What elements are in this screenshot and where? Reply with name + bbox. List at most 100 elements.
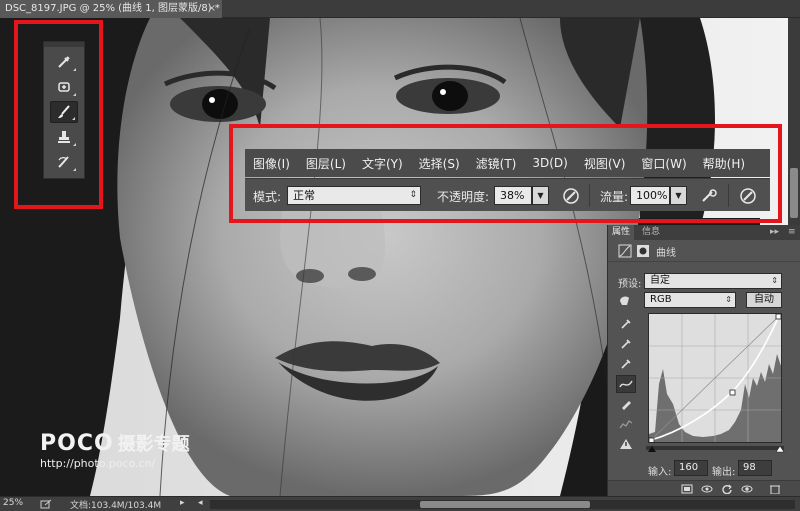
export-icon[interactable] <box>40 499 52 509</box>
menu-filter[interactable]: 滤镜(T) <box>468 155 525 172</box>
mode-select[interactable]: 正常 ⇕ <box>287 186 421 205</box>
output-field[interactable]: 98 <box>738 460 772 476</box>
chevron-down-icon: ▼ <box>537 191 544 200</box>
flow-field[interactable]: 100% <box>630 186 670 205</box>
menu-layer[interactable]: 图层(L) <box>298 155 354 172</box>
channel-select[interactable]: RGB ⇕ <box>644 292 736 308</box>
watermark-logo: POCO <box>40 431 114 456</box>
opacity-field[interactable]: 38% <box>494 186 532 205</box>
curves-graph-svg <box>648 313 782 444</box>
menu-type[interactable]: 文字(Y) <box>354 155 411 172</box>
document-tab[interactable]: DSC_8197.JPG @ 25% (曲线 1, 图层蒙版/8) * × <box>0 0 222 18</box>
document-tab-title: DSC_8197.JPG @ 25% (曲线 1, 图层蒙版/8) * <box>5 3 220 14</box>
curve-point-selected <box>729 389 736 396</box>
panel-collapse-icon[interactable]: ▸▸ <box>766 225 783 240</box>
status-menu-arrow[interactable]: ▸ <box>180 498 185 508</box>
reset-icon <box>722 484 732 494</box>
panel-tabs: 属性 信息 ▸▸ ≡ <box>608 225 800 240</box>
photoshop-window: DSC_8197.JPG @ 25% (曲线 1, 图层蒙版/8) * × 图像… <box>0 0 800 511</box>
sample-gray-point-tool[interactable] <box>616 335 636 353</box>
document-tab-bar: DSC_8197.JPG @ 25% (曲线 1, 图层蒙版/8) * × <box>0 0 800 18</box>
scroll-left-icon[interactable]: ◂ <box>198 498 203 508</box>
trash-icon <box>770 485 780 494</box>
preset-label: 预设: <box>618 279 642 290</box>
delete-button[interactable] <box>768 483 782 495</box>
curve-point-white <box>775 313 782 320</box>
eyedropper-icon <box>621 339 631 349</box>
chevron-down-icon: ▼ <box>675 191 682 200</box>
sample-black-point-tool[interactable] <box>616 315 636 333</box>
flow-value: 100% <box>636 189 668 202</box>
airbrush-icon <box>702 189 717 202</box>
separator <box>728 184 729 207</box>
opacity-value: 38% <box>500 189 525 202</box>
curve-icon <box>619 380 633 388</box>
reset-button[interactable] <box>720 483 734 495</box>
layer-mask-icon[interactable] <box>636 244 650 258</box>
flow-label: 流量: <box>600 190 629 204</box>
edit-points-tool[interactable] <box>616 375 636 393</box>
warning-icon <box>620 439 632 449</box>
input-slider[interactable] <box>646 444 786 454</box>
curves-graph[interactable] <box>648 313 782 444</box>
tab-properties[interactable]: 属性 <box>608 225 635 240</box>
view-previous-button[interactable] <box>700 483 714 495</box>
clip-to-layer-button[interactable] <box>680 483 694 495</box>
menu-help[interactable]: 帮助(H) <box>695 155 753 172</box>
clip-layer-icon <box>681 484 693 494</box>
tab-info[interactable]: 信息 <box>638 225 664 240</box>
menu-window[interactable]: 窗口(W) <box>633 155 694 172</box>
on-image-adjust-icon[interactable] <box>617 293 633 307</box>
menu-select[interactable]: 选择(S) <box>411 155 468 172</box>
horizontal-scrollbar[interactable] <box>210 500 795 509</box>
watermark-url: http://photo.poco.cn/ <box>40 457 156 470</box>
sample-white-point-tool[interactable] <box>616 355 636 373</box>
options-bar: 模式: 正常 ⇕ 不透明度: 38% ▼ 流量: 100% ▼ <box>245 178 770 211</box>
curves-adjustment-icon <box>618 244 632 258</box>
select-arrows-icon: ⇕ <box>725 295 732 304</box>
mode-value: 正常 <box>293 189 315 202</box>
panel-title: 曲线 <box>656 248 676 259</box>
panel-footer <box>608 480 800 496</box>
pressure-opacity-icon <box>563 188 579 204</box>
auto-button[interactable]: 自动 <box>746 292 782 308</box>
zoom-level[interactable]: 25% <box>3 498 23 508</box>
eyedropper-icon <box>621 319 631 329</box>
eyedropper-icon <box>621 359 631 369</box>
menu-3d[interactable]: 3D(D) <box>524 156 575 170</box>
draw-curve-tool[interactable] <box>616 395 636 413</box>
preset-row: 预设: 自定 ⇕ <box>608 272 800 290</box>
panel-menu-icon[interactable]: ≡ <box>784 225 800 240</box>
menu-image[interactable]: 图像(I) <box>245 155 298 172</box>
opacity-dropdown-button[interactable]: ▼ <box>532 186 549 205</box>
vertical-scroll-thumb[interactable] <box>790 168 798 218</box>
output-label: 输出: <box>712 467 736 478</box>
airbrush-button[interactable] <box>698 185 720 207</box>
pressure-size-button[interactable] <box>737 185 759 207</box>
pencil-icon <box>622 401 631 410</box>
visibility-button[interactable] <box>740 483 754 495</box>
separator <box>589 184 590 207</box>
curve-point-black <box>648 437 655 444</box>
clipping-warning-tool[interactable] <box>616 435 636 453</box>
eye-icon <box>741 485 753 493</box>
flow-dropdown-button[interactable]: ▼ <box>670 186 687 205</box>
pressure-opacity-button[interactable] <box>560 185 582 207</box>
status-bar: 25% 文档:103.4M/103.4M ▸ ◂ <box>0 496 800 511</box>
vertical-scrollbar[interactable] <box>788 18 800 225</box>
preset-select[interactable]: 自定 ⇕ <box>644 273 782 289</box>
properties-panel: 属性 信息 ▸▸ ≡ 曲线 预设: 自定 ⇕ RGB ⇕ 自动 输入: 160 … <box>607 225 800 496</box>
input-field[interactable]: 160 <box>674 460 708 476</box>
pressure-size-icon <box>740 188 756 204</box>
panel-header: 曲线 <box>608 240 800 262</box>
channel-value: RGB <box>650 294 672 305</box>
smooth-curve-tool[interactable] <box>616 415 636 433</box>
watermark: POCO 摄影专题 http://photo.poco.cn/ <box>40 430 190 470</box>
menu-bar: 图像(I) 图层(L) 文字(Y) 选择(S) 滤镜(T) 3D(D) 视图(V… <box>245 149 770 177</box>
menu-view[interactable]: 视图(V) <box>576 155 634 172</box>
horizontal-scroll-thumb[interactable] <box>420 501 590 508</box>
close-tab-icon[interactable]: × <box>208 0 216 18</box>
mode-label: 模式: <box>253 190 282 204</box>
watermark-subtitle: 摄影专题 <box>117 434 190 455</box>
document-size: 文档:103.4M/103.4M <box>70 501 162 511</box>
